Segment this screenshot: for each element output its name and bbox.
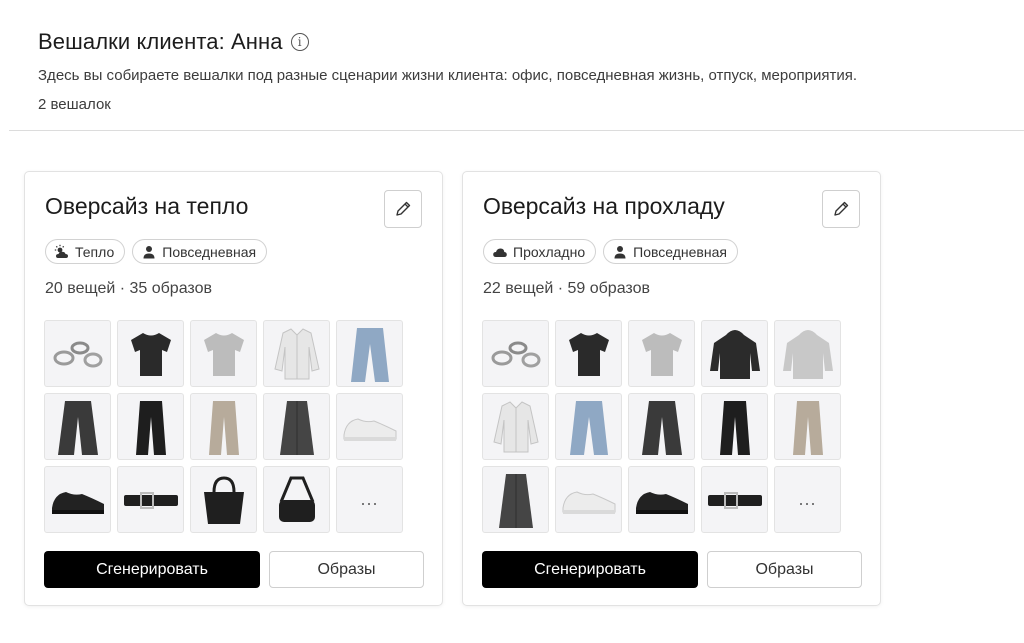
- item-thumbnail[interactable]: [44, 393, 111, 460]
- hanger-stats: 22 вещей · 59 образов: [483, 280, 650, 297]
- tag-occasion: Повседневная: [132, 239, 268, 264]
- items-grid: ...: [482, 320, 841, 533]
- pencil-icon: [834, 201, 849, 216]
- hangers-count: 2 вешалок: [38, 96, 111, 113]
- info-circle-icon[interactable]: i: [290, 33, 309, 51]
- item-thumbnail[interactable]: [701, 393, 768, 460]
- item-thumbnail[interactable]: [628, 393, 695, 460]
- tags: Прохладно Повседневная: [483, 239, 738, 264]
- item-thumbnail[interactable]: [701, 320, 768, 387]
- tags: Тепло Повседневная: [45, 239, 268, 264]
- item-thumbnail[interactable]: [190, 393, 257, 460]
- page-title: Вешалки клиента: Анна: [38, 29, 283, 54]
- edit-button[interactable]: [822, 190, 860, 228]
- item-thumbnail[interactable]: [774, 320, 841, 387]
- item-thumbnail[interactable]: [482, 393, 549, 460]
- generate-button[interactable]: Сгенерировать: [44, 551, 260, 588]
- more-items-button[interactable]: ...: [336, 466, 403, 533]
- tag-label: Повседневная: [162, 243, 257, 260]
- pencil-icon: [396, 201, 411, 216]
- item-thumbnail[interactable]: [482, 466, 549, 533]
- hanger-card: Оверсайз на прохладу Прохладно Повседнев…: [462, 171, 881, 606]
- item-thumbnail[interactable]: [44, 320, 111, 387]
- item-thumbnail[interactable]: [117, 320, 184, 387]
- hanger-card-title: Оверсайз на прохладу: [483, 193, 725, 219]
- tag-label: Прохладно: [513, 243, 586, 260]
- generate-button[interactable]: Сгенерировать: [482, 551, 698, 588]
- more-items-button[interactable]: ...: [774, 466, 841, 533]
- item-thumbnail[interactable]: [555, 466, 622, 533]
- person-icon: [141, 244, 157, 260]
- tag-occasion: Повседневная: [603, 239, 738, 264]
- person-icon: [612, 244, 628, 260]
- hanger-card: Оверсайз на тепло Тепло Повседневная 20 …: [24, 171, 443, 606]
- item-thumbnail[interactable]: [336, 320, 403, 387]
- item-thumbnail[interactable]: [628, 466, 695, 533]
- tag-weather: Прохладно: [483, 239, 597, 264]
- page-header: Вешалки клиента: Анна i Здесь вы собирае…: [38, 28, 1008, 115]
- sun-cloud-icon: [54, 244, 70, 260]
- item-thumbnail[interactable]: [117, 466, 184, 533]
- item-thumbnail[interactable]: [263, 466, 330, 533]
- item-thumbnail[interactable]: [190, 320, 257, 387]
- hanger-stats: 20 вещей · 35 образов: [45, 280, 212, 297]
- title-row: Вешалки клиента: Анна i: [38, 28, 1008, 56]
- item-thumbnail[interactable]: [44, 466, 111, 533]
- tag-label: Тепло: [75, 243, 115, 260]
- item-thumbnail[interactable]: [701, 466, 768, 533]
- item-thumbnail[interactable]: [336, 393, 403, 460]
- item-thumbnail[interactable]: [482, 320, 549, 387]
- item-thumbnail[interactable]: [117, 393, 184, 460]
- looks-button[interactable]: Образы: [707, 551, 862, 588]
- looks-button[interactable]: Образы: [269, 551, 424, 588]
- hanger-card-title: Оверсайз на тепло: [45, 193, 249, 219]
- edit-button[interactable]: [384, 190, 422, 228]
- tag-label: Повседневная: [633, 243, 727, 260]
- item-thumbnail[interactable]: [263, 393, 330, 460]
- item-thumbnail[interactable]: [628, 320, 695, 387]
- tag-weather: Тепло: [45, 239, 126, 264]
- item-thumbnail[interactable]: [774, 393, 841, 460]
- item-thumbnail[interactable]: [555, 393, 622, 460]
- cloud-icon: [492, 244, 508, 260]
- header-divider: [9, 130, 1024, 131]
- items-grid: ...: [44, 320, 403, 533]
- item-thumbnail[interactable]: [555, 320, 622, 387]
- item-thumbnail[interactable]: [263, 320, 330, 387]
- item-thumbnail[interactable]: [190, 466, 257, 533]
- page-subtitle: Здесь вы собираете вешалки под разные сц…: [38, 67, 858, 84]
